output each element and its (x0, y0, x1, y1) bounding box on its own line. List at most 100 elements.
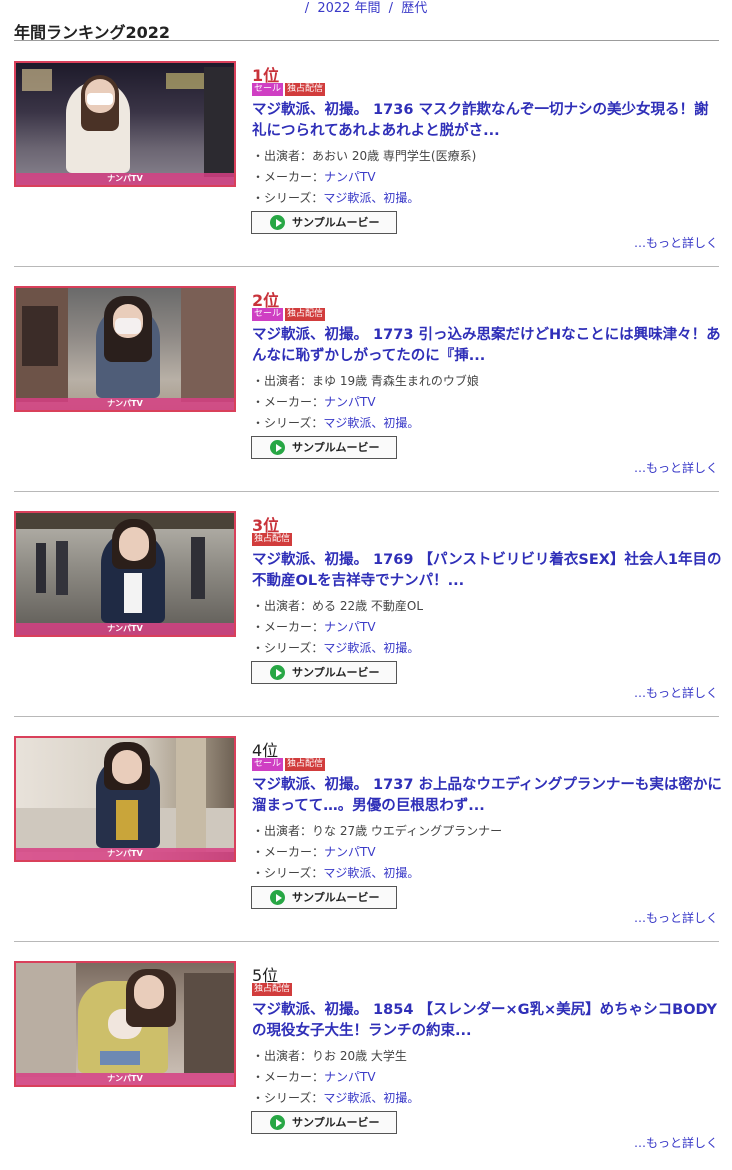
more-details-link[interactable]: …もっと詳しく (634, 684, 718, 701)
series-link[interactable]: マジ軟派、初撮。 (323, 866, 419, 880)
exclusive-badge: 独占配信 (252, 533, 293, 546)
maker-link[interactable]: ナンパTV (324, 1070, 376, 1084)
sample-movie-button[interactable]: サンプルムービー (251, 661, 397, 684)
exclusive-badge: 独占配信 (285, 758, 326, 771)
play-icon (270, 890, 285, 905)
badges: セール 独占配信 (252, 758, 327, 772)
play-icon (270, 440, 285, 455)
performer-line: ・出演者：あおい 20歳 専門学生(医療系) (252, 147, 476, 164)
performer-value: あおい 20歳 専門学生(医療系) (312, 149, 477, 163)
performer-prefix: ・出演者： (252, 599, 313, 613)
sample-movie-button[interactable]: サンプルムービー (251, 436, 397, 459)
sample-movie-label: サンプルムービー (292, 216, 380, 229)
series-prefix: ・シリーズ： (252, 191, 324, 205)
performer-value: りな 27歳 ウエディングプランナー (312, 824, 503, 838)
series-line: ・シリーズ：マジ軟派、初撮。 (252, 864, 419, 881)
item-title-link[interactable]: マジ軟派、初撮。 1737 お上品なウエディングプランナーも実は密かに溜まってて… (252, 775, 722, 819)
thumbnail[interactable]: ナンパTV (14, 736, 236, 862)
maker-line: ・メーカー：ナンパTV (252, 843, 376, 860)
performer-value: まゆ 19歳 青森生まれのウブ娘 (312, 374, 479, 388)
more-details-link[interactable]: …もっと詳しく (634, 459, 718, 476)
performer-prefix: ・出演者： (252, 374, 313, 388)
series-link[interactable]: マジ軟派、初撮。 (323, 191, 419, 205)
sample-movie-button[interactable]: サンプルムービー (251, 1111, 397, 1134)
maker-link[interactable]: ナンパTV (324, 845, 376, 859)
play-icon (270, 215, 285, 230)
series-line: ・シリーズ：マジ軟派、初撮。 (252, 189, 419, 206)
series-prefix: ・シリーズ： (252, 1091, 324, 1105)
item-title-link[interactable]: マジ軟派、初撮。 1854 【スレンダー×G乳×美尻】めちゃシコBODYの現役女… (252, 1000, 722, 1044)
maker-link[interactable]: ナンパTV (324, 620, 376, 634)
series-line: ・シリーズ：マジ軟派、初撮。 (252, 414, 419, 431)
series-line: ・シリーズ：マジ軟派、初撮。 (252, 639, 419, 656)
sale-badge: セール (252, 83, 284, 96)
performer-line: ・出演者：りお 20歳 大学生 (252, 1047, 407, 1064)
performer-prefix: ・出演者： (252, 1049, 313, 1063)
thumbnail-logo: ナンパTV (107, 849, 143, 858)
maker-prefix: ・メーカー： (252, 395, 325, 409)
thumbnail[interactable]: ナンパTV (14, 961, 236, 1087)
performer-value: める 22歳 不動産OL (312, 599, 424, 613)
maker-line: ・メーカー：ナンパTV (252, 1068, 376, 1085)
maker-prefix: ・メーカー： (252, 1070, 325, 1084)
ranking-item: ナンパTV 2位 セール 独占配信 マジ軟派、初撮。 1773 引っ込み思案だけど… (0, 267, 732, 492)
series-prefix: ・シリーズ： (252, 866, 324, 880)
performer-line: ・出演者：まゆ 19歳 青森生まれのウブ娘 (252, 372, 479, 389)
item-title-link[interactable]: マジ軟派、初撮。 1773 引っ込み思案だけどHなことには興味津々！あんなに恥ず… (252, 325, 722, 369)
sample-movie-label: サンプルムービー (292, 891, 380, 904)
more-details-link[interactable]: …もっと詳しく (634, 234, 718, 251)
series-prefix: ・シリーズ： (252, 641, 324, 655)
thumbnail-logo: ナンパTV (107, 174, 143, 183)
series-link[interactable]: マジ軟派、初撮。 (323, 1091, 419, 1105)
sale-badge: セール (252, 758, 284, 771)
performer-value: りお 20歳 大学生 (312, 1049, 407, 1063)
series-link[interactable]: マジ軟派、初撮。 (323, 641, 419, 655)
sample-movie-label: サンプルムービー (292, 666, 380, 679)
thumbnail[interactable]: ナンパTV (14, 61, 236, 187)
thumbnail-logo: ナンパTV (107, 1074, 143, 1083)
maker-link[interactable]: ナンパTV (324, 395, 376, 409)
heading-divider (14, 40, 719, 41)
nav-link-history[interactable]: 歴代 (401, 1, 427, 16)
item-title-link[interactable]: マジ軟派、初撮。 1769 【パンストビリビリ着衣SEX】社会人1年目の不動産O… (252, 550, 722, 594)
more-details-link[interactable]: …もっと詳しく (634, 1134, 718, 1151)
series-line: ・シリーズ：マジ軟派、初撮。 (252, 1089, 419, 1106)
maker-prefix: ・メーカー： (252, 170, 325, 184)
ranking-item: ナンパTV 5位 独占配信 マジ軟派、初撮。 1854 【スレンダー×G乳×美尻… (0, 942, 732, 1167)
play-icon (270, 1115, 285, 1130)
nav-separator: / (304, 1, 310, 16)
badges: 独占配信 (252, 983, 294, 997)
badges: 独占配信 (252, 533, 294, 547)
thumbnail[interactable]: ナンパTV (14, 286, 236, 412)
badges: セール 独占配信 (252, 308, 327, 322)
series-link[interactable]: マジ軟派、初撮。 (323, 416, 419, 430)
thumbnail[interactable]: ナンパTV (14, 511, 236, 637)
thumbnail-logo: ナンパTV (107, 399, 143, 408)
exclusive-badge: 独占配信 (285, 308, 326, 321)
exclusive-badge: 独占配信 (252, 983, 293, 996)
more-details-link[interactable]: …もっと詳しく (634, 909, 718, 926)
maker-prefix: ・メーカー： (252, 620, 325, 634)
top-nav: / 2022 年間 / 歴代 (0, 0, 732, 18)
maker-line: ・メーカー：ナンパTV (252, 393, 376, 410)
sample-movie-label: サンプルムービー (292, 441, 380, 454)
maker-prefix: ・メーカー： (252, 845, 325, 859)
play-icon (270, 665, 285, 680)
maker-line: ・メーカー：ナンパTV (252, 168, 376, 185)
sample-movie-label: サンプルムービー (292, 1116, 380, 1129)
series-prefix: ・シリーズ： (252, 416, 324, 430)
performer-prefix: ・出演者： (252, 149, 313, 163)
sample-movie-button[interactable]: サンプルムービー (251, 886, 397, 909)
thumbnail-logo: ナンパTV (107, 624, 143, 633)
maker-link[interactable]: ナンパTV (324, 170, 376, 184)
ranking-item: ナンパTV 3位 独占配信 マジ軟派、初撮。 1769 【パンストビリビリ着衣S… (0, 492, 732, 717)
sample-movie-button[interactable]: サンプルムービー (251, 211, 397, 234)
ranking-item: ナンパTV 1位 セール 独占配信 マジ軟派、初撮。 1736 マスク詐欺なんぞ一… (0, 42, 732, 267)
sale-badge: セール (252, 308, 284, 321)
exclusive-badge: 独占配信 (285, 83, 326, 96)
item-title-link[interactable]: マジ軟派、初撮。 1736 マスク詐欺なんぞ一切ナシの美少女現る！謝礼につられて… (252, 100, 722, 144)
performer-prefix: ・出演者： (252, 824, 313, 838)
nav-separator: / (388, 1, 394, 16)
nav-link-2022[interactable]: 2022 年間 (317, 1, 380, 16)
ranking-item: ナンパTV 4位 セール 独占配信 マジ軟派、初撮。 1737 お上品なウエディン… (0, 717, 732, 942)
